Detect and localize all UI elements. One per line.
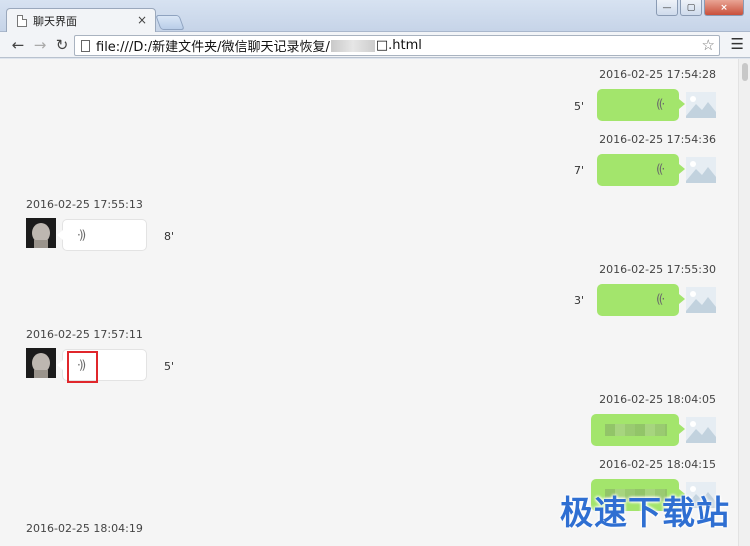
avatar (26, 218, 56, 248)
avatar (686, 417, 716, 443)
minimize-button[interactable]: — (656, 0, 678, 16)
voice-icon: ·)) (657, 162, 665, 176)
voice-icon: ·)) (77, 228, 86, 242)
text-message-bubble[interactable] (591, 414, 685, 446)
new-tab-button[interactable] (155, 15, 185, 30)
window-controls: — ▢ × (656, 0, 744, 16)
vertical-scrollbar[interactable] (738, 59, 750, 546)
message-time: 2016-02-25 18:04:15 (599, 458, 716, 471)
highlight-box (67, 351, 98, 383)
message-time: 2016-02-25 17:55:13 (26, 198, 143, 211)
message-time: 2016-02-25 17:57:11 (26, 328, 143, 341)
voice-message-bubble[interactable]: ·)) (597, 89, 685, 121)
menu-icon[interactable]: ☰ (731, 35, 744, 53)
file-icon (81, 39, 90, 52)
message-time: 2016-02-25 17:54:36 (599, 133, 716, 146)
maximize-button[interactable]: ▢ (680, 0, 702, 16)
voice-duration: 7' (574, 164, 585, 177)
redacted-filename (330, 39, 375, 52)
tab-close-icon[interactable]: × (137, 13, 147, 27)
tab-title: 聊天界面 (33, 15, 77, 28)
message-time: 2016-02-25 18:04:05 (599, 393, 716, 406)
message-time: 2016-02-25 17:54:28 (599, 68, 716, 81)
address-bar[interactable]: file:///D:/新建文件夹/微信聊天记录恢复/ □.html ☆ (74, 35, 720, 56)
reload-icon[interactable]: ↻ (52, 35, 72, 55)
redacted-text (605, 424, 667, 436)
title-bar: 聊天界面 × — ▢ × (0, 0, 750, 33)
url-prefix: file:///D:/新建文件夹/微信聊天记录恢复/ (96, 40, 330, 55)
avatar (686, 157, 716, 183)
avatar (26, 348, 56, 378)
page-icon (17, 15, 27, 27)
message-time: 2016-02-25 17:55:30 (599, 263, 716, 276)
forward-arrow-icon[interactable]: → (30, 35, 50, 55)
tab-chat[interactable]: 聊天界面 × (6, 8, 156, 33)
voice-icon: ·)) (657, 292, 665, 306)
bookmark-star-icon[interactable]: ☆ (702, 36, 715, 54)
browser-toolbar: ← → ↻ file:///D:/新建文件夹/微信聊天记录恢复/ □.html … (0, 32, 750, 58)
voice-message-bubble[interactable]: ·)) (597, 284, 685, 316)
voice-duration: 8' (164, 230, 175, 243)
avatar (686, 287, 716, 313)
voice-icon: ·)) (657, 97, 665, 111)
message-time: 2016-02-25 18:04:19 (26, 522, 143, 535)
close-window-button[interactable]: × (704, 0, 744, 16)
avatar (686, 92, 716, 118)
watermark-logo: 极速下载站 (560, 493, 730, 532)
scrollbar-thumb[interactable] (742, 63, 748, 81)
chat-log[interactable]: 2016-02-25 17:54:28 5' ·)) 2016-02-25 17… (0, 59, 738, 546)
voice-message-bubble[interactable]: ·)) (597, 154, 685, 186)
back-arrow-icon[interactable]: ← (8, 35, 28, 55)
voice-message-bubble[interactable]: ·)) (57, 219, 147, 251)
voice-duration: 5' (574, 100, 585, 113)
voice-duration: 5' (164, 360, 175, 373)
url-suffix: □.html (375, 38, 422, 53)
voice-duration: 3' (574, 294, 585, 307)
